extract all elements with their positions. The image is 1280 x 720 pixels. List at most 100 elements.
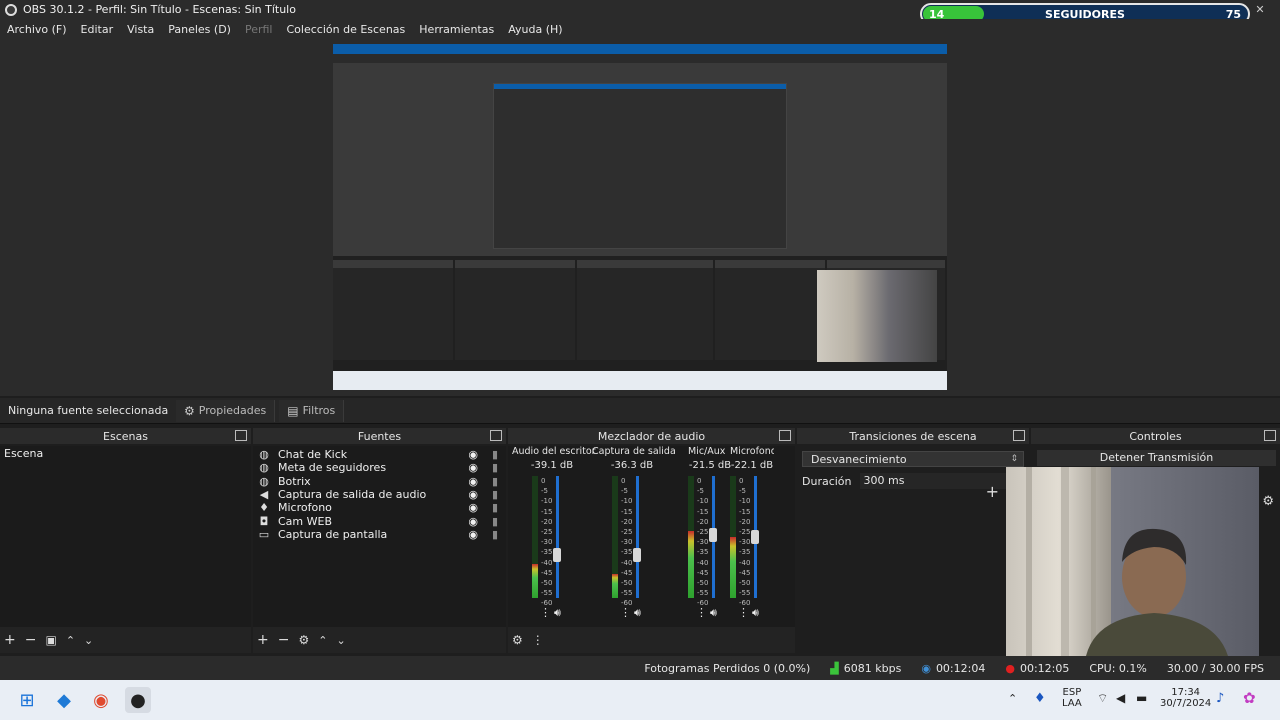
menu-archivo[interactable]: Archivo (F) [7, 23, 67, 36]
menu-dots-icon[interactable]: ⋮ [620, 606, 631, 619]
source-label: Botrix [278, 474, 311, 488]
menu-dots-icon[interactable]: ⋮ [540, 606, 551, 619]
menu-coleccion-escenas[interactable]: Colección de Escenas [287, 23, 406, 36]
advanced-audio-gear-icon[interactable]: ⚙ [512, 633, 523, 647]
copilot-icon[interactable]: ✿ [1243, 689, 1256, 707]
eye-icon[interactable]: ◉ [468, 515, 478, 528]
lock-icon[interactable]: ▮ [492, 461, 498, 474]
menu-paneles[interactable]: Paneles (D) [168, 23, 231, 36]
properties-label: Propiedades [198, 404, 267, 417]
remove-icon[interactable]: − [25, 632, 37, 648]
obs-taskbar-icon[interactable]: ● [125, 687, 151, 713]
menu-perfil[interactable]: Perfil [245, 23, 273, 36]
mixer-scale-tick: -40 [541, 558, 553, 567]
undock-icon[interactable] [235, 430, 247, 441]
filter-icon[interactable]: ▣ [45, 633, 56, 647]
eye-icon[interactable]: ◉ [468, 488, 478, 501]
menu-ayuda[interactable]: Ayuda (H) [508, 23, 562, 36]
mixer-volume-slider[interactable] [633, 476, 641, 598]
remove-icon[interactable]: − [278, 632, 290, 648]
source-item[interactable]: ◘ Cam WEB ◉ ▮ [253, 514, 506, 528]
mixer-volume-knob[interactable] [709, 527, 717, 542]
mixer-volume-slider[interactable] [553, 476, 561, 598]
move-up-icon[interactable]: ⌃ [66, 634, 75, 647]
source-item[interactable]: ◍ Botrix ◉ ▮ [253, 475, 506, 488]
filters-button[interactable]: ▤ Filtros [279, 399, 345, 422]
add-transition-icon[interactable]: + [986, 482, 999, 501]
source-item[interactable]: ▭ Captura de pantalla ◉ ▮ [253, 528, 506, 541]
lock-icon[interactable]: ▮ [492, 528, 498, 541]
menu-dots-icon[interactable]: ⋮ [532, 633, 544, 647]
speaker-icon[interactable]: 🔊︎ [752, 606, 759, 620]
source-item[interactable]: ◍ Chat de Kick ◉ ▮ [253, 448, 506, 461]
move-up-icon[interactable]: ⌃ [318, 634, 327, 647]
language-indicator[interactable]: ESP LAA [1062, 687, 1082, 709]
mixer-scale-tick: -55 [621, 589, 633, 598]
gear-icon[interactable]: ⚙ [1262, 494, 1274, 509]
chevron-up-icon[interactable]: ⌃ [1008, 692, 1017, 705]
eye-icon[interactable]: ◉ [468, 461, 478, 474]
chevron-updown-icon: ⇕ [1010, 454, 1018, 464]
speaker-icon[interactable]: 🔊︎ [634, 606, 641, 620]
microphone-icon[interactable]: ♦ [1034, 691, 1046, 706]
source-item[interactable]: ♦ Microfono ◉ ▮ [253, 501, 506, 514]
wifi-icon[interactable]: ⌔ [1097, 691, 1108, 706]
mixer-volume-knob[interactable] [553, 548, 561, 563]
battery-icon[interactable]: ▬ [1136, 691, 1147, 705]
volume-icon[interactable]: ◀ [1116, 691, 1125, 705]
move-down-icon[interactable]: ⌄ [84, 634, 93, 647]
mixer-scale-tick: -55 [697, 589, 709, 598]
eye-icon[interactable]: ◉ [468, 448, 478, 461]
menu-dots-icon[interactable]: ⋮ [696, 606, 707, 619]
mixer-volume-slider[interactable] [709, 476, 717, 598]
windows-start-icon[interactable]: ⊞ [14, 687, 40, 713]
gear-icon[interactable]: ⚙ [298, 633, 309, 647]
add-icon[interactable]: + [257, 632, 269, 648]
mixer-volume-knob[interactable] [751, 530, 759, 544]
lock-icon[interactable]: ▮ [492, 488, 498, 501]
menu-dots-icon[interactable]: ⋮ [738, 606, 749, 619]
sources-toolbar: + − ⚙ ⌃ ⌄ [253, 627, 506, 653]
sources-dock-header: Fuentes [253, 428, 506, 444]
mixer-volume-knob[interactable] [633, 548, 641, 563]
speaker-icon[interactable]: 🔊︎ [554, 606, 561, 620]
mixer-scale: 0 -5 -10 -15 -20 -25 -30 -35 -40 -45 -50 -55 -60 [621, 476, 632, 609]
audio-mixer-title: Mezclador de audio [597, 429, 706, 443]
clock-time: 17:34 [1171, 687, 1201, 698]
mixer-volume-slider[interactable] [751, 476, 759, 598]
menu-editar[interactable]: Editar [81, 23, 114, 36]
properties-button[interactable]: ⚙ Propiedades [176, 399, 276, 422]
transition-select[interactable]: Desvanecimiento ⇕ [802, 451, 1024, 467]
menu-vista[interactable]: Vista [127, 23, 154, 36]
clock[interactable]: 17:34 30/7/2024 [1160, 687, 1211, 709]
lock-icon[interactable]: ▮ [492, 475, 498, 488]
speaker-icon[interactable]: 🔊︎ [710, 606, 717, 620]
chrome-icon[interactable]: ◉ [88, 687, 114, 713]
scene-item[interactable]: Escena [0, 446, 251, 462]
source-label: Chat de Kick [278, 448, 348, 462]
preview-canvas[interactable] [333, 44, 947, 390]
stop-stream-button[interactable]: Detener Transmisión [1037, 450, 1276, 466]
eye-icon[interactable]: ◉ [468, 475, 478, 488]
menu-herramientas[interactable]: Herramientas [419, 23, 494, 36]
undock-icon[interactable] [1264, 430, 1276, 441]
mixer-scale-tick: -10 [621, 497, 633, 506]
sources-list[interactable]: ◍ Chat de Kick ◉ ▮ ◍ Meta de seguidores … [253, 446, 506, 627]
eye-icon[interactable]: ◉ [468, 501, 478, 514]
vscode-icon[interactable]: ◆ [51, 687, 77, 713]
undock-icon[interactable] [779, 430, 791, 441]
lock-icon[interactable]: ▮ [492, 501, 498, 514]
source-item[interactable]: ◀ Captura de salida de audio ◉ ▮ [253, 488, 506, 501]
move-down-icon[interactable]: ⌄ [336, 634, 345, 647]
canvas-recursive-preview [493, 83, 787, 249]
source-item[interactable]: ◍ Meta de seguidores ◉ ▮ [253, 461, 506, 474]
lock-icon[interactable]: ▮ [492, 448, 498, 461]
undock-icon[interactable] [1013, 430, 1025, 441]
lock-icon[interactable]: ▮ [492, 515, 498, 528]
add-icon[interactable]: + [4, 632, 16, 648]
globe-icon: ◍ [259, 461, 269, 475]
eye-icon[interactable]: ◉ [468, 528, 478, 541]
scenes-list[interactable]: Escena [0, 446, 251, 627]
undock-icon[interactable] [490, 430, 502, 441]
notification-bell-icon[interactable]: ♪ [1216, 691, 1224, 706]
